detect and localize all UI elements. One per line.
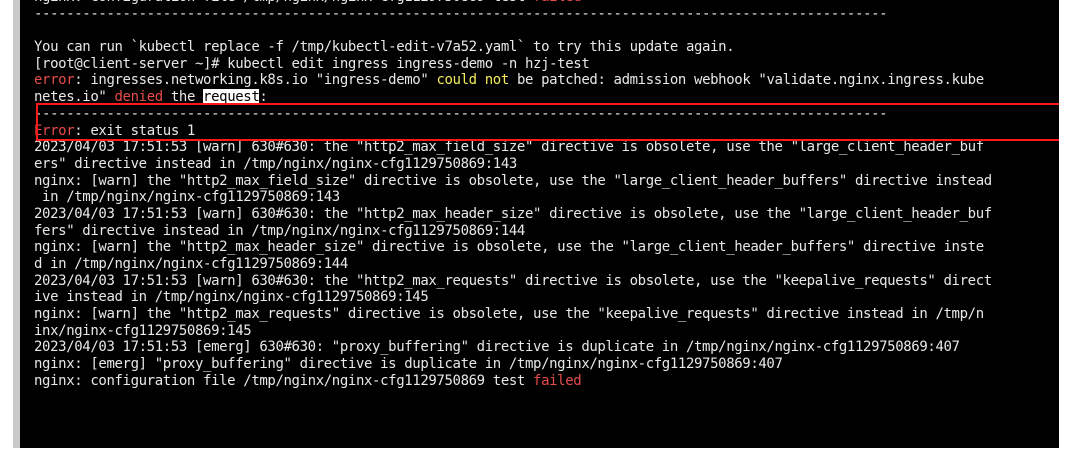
line-text: nginx: configuration file /tmp/nginx/ngi… — [34, 372, 534, 389]
terminal-line: inx/nginx-cfg1129750869:145 — [34, 323, 1059, 340]
line-text: : — [259, 89, 268, 106]
warning-text: could not — [436, 72, 509, 89]
line-text: : exit status 1 — [74, 122, 195, 139]
terminal-line: ----------------------------------------… — [34, 106, 1059, 123]
terminal-output: nginx: configuration file /tmp/nginx/ngi… — [34, 0, 1059, 390]
terminal-line: ers" directive instead in /tmp/nginx/ngi… — [34, 156, 1059, 173]
line-text: ers" directive instead in /tmp/nginx/ngi… — [34, 155, 517, 172]
window-left-border — [13, 0, 20, 448]
line-text: 2023/04/03 17:51:53 [warn] 630#630: the … — [34, 272, 992, 289]
error-text: failed — [533, 372, 582, 389]
terminal-line: 2023/04/03 17:51:53 [warn] 630#630: the … — [34, 206, 1059, 223]
line-text: 2023/04/03 17:51:53 [warn] 630#630: the … — [34, 139, 984, 156]
selected-text: request — [203, 89, 260, 106]
terminal-line: ----------------------------------------… — [34, 6, 1059, 23]
error-text: error — [34, 72, 75, 89]
line-text: You can run `kubectl replace -f /tmp/kub… — [34, 39, 735, 56]
line-text: 2023/04/03 17:51:53 [emerg] 630#630: "pr… — [34, 339, 960, 356]
line-text: fers" directive instead in /tmp/nginx/ng… — [34, 222, 525, 239]
line-text: the — [162, 89, 204, 106]
line-text: in /tmp/nginx/nginx-cfg1129750869:143 — [34, 189, 340, 206]
line-text: be patched: admission webhook "validate.… — [508, 72, 984, 89]
error-text: denied — [114, 89, 164, 106]
error-text: Error — [34, 122, 75, 139]
terminal-window[interactable]: nginx: configuration file /tmp/nginx/ngi… — [13, 0, 1059, 448]
terminal-line: d in /tmp/nginx/nginx-cfg1129750869:144 — [34, 256, 1059, 273]
terminal-line: Error: exit status 1 — [34, 123, 1059, 140]
line-text: [root@client-server ~]# kubectl edit ing… — [34, 55, 590, 72]
terminal-line: nginx: configuration file /tmp/nginx/ngi… — [34, 373, 1059, 390]
terminal-line: error: ingresses.networking.k8s.io "ingr… — [34, 72, 1059, 89]
line-text: netes.io" — [34, 89, 115, 106]
line-text: nginx: [warn] the "http2_max_field_size"… — [34, 172, 992, 189]
terminal-line: in /tmp/nginx/nginx-cfg1129750869:143 — [34, 189, 1059, 206]
terminal-line: nginx: [warn] the "http2_max_requests" d… — [34, 306, 1059, 323]
line-text: nginx: [warn] the "http2_max_header_size… — [34, 239, 984, 256]
terminal-line: You can run `kubectl replace -f /tmp/kub… — [34, 39, 1059, 56]
terminal-line: nginx: [warn] the "http2_max_header_size… — [34, 239, 1059, 256]
terminal-line: ive instead in /tmp/nginx/nginx-cfg11297… — [34, 289, 1059, 306]
terminal-line: nginx: [emerg] "proxy_buffering" directi… — [34, 356, 1059, 373]
terminal-line: [root@client-server ~]# kubectl edit ing… — [34, 56, 1059, 73]
line-text: nginx: [warn] the "http2_max_requests" d… — [34, 306, 984, 323]
error-text: failed — [533, 0, 582, 5]
line-text: d in /tmp/nginx/nginx-cfg1129750869:144 — [34, 256, 348, 272]
line-text: ive instead in /tmp/nginx/nginx-cfg11297… — [34, 289, 429, 306]
terminal-line: 2023/04/03 17:51:53 [emerg] 630#630: "pr… — [34, 339, 1059, 356]
line-text: 2023/04/03 17:51:53 [warn] 630#630: the … — [34, 205, 992, 222]
line-text: ----------------------------------------… — [34, 105, 888, 122]
terminal-line: netes.io" denied the request: — [34, 89, 1059, 106]
line-text: ----------------------------------------… — [34, 5, 888, 22]
terminal-line: fers" directive instead in /tmp/nginx/ng… — [34, 223, 1059, 240]
line-text: nginx: configuration file /tmp/nginx/ngi… — [34, 0, 533, 5]
terminal-line: 2023/04/03 17:51:53 [warn] 630#630: the … — [34, 139, 1059, 156]
line-text: nginx: [emerg] "proxy_buffering" directi… — [34, 356, 783, 373]
line-text: inx/nginx-cfg1129750869:145 — [34, 322, 252, 339]
line-text: : ingresses.networking.k8s.io "ingress-d… — [74, 72, 437, 89]
terminal-line: 2023/04/03 17:51:53 [warn] 630#630: the … — [34, 273, 1059, 290]
terminal-line: nginx: [warn] the "http2_max_field_size"… — [34, 173, 1059, 190]
